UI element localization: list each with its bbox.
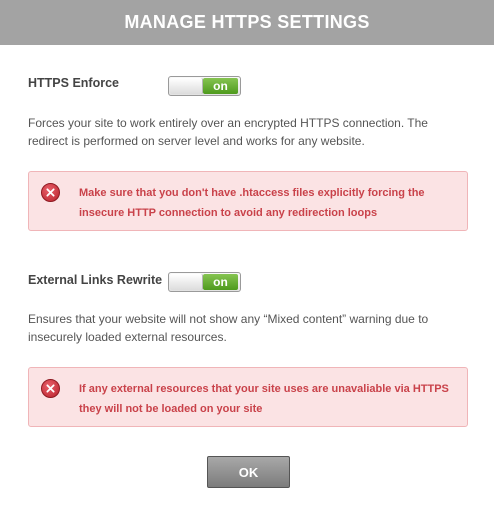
external-links-row: External Links Rewrite <box>28 273 162 287</box>
https-enforce-label: HTTPS Enforce <box>28 76 119 90</box>
ok-button[interactable]: OK <box>207 456 290 488</box>
dialog-title: MANAGE HTTPS SETTINGS <box>124 12 370 32</box>
https-enforce-warning-text: Make sure that you don't have .htaccess … <box>79 187 425 219</box>
toggle-knob <box>170 78 203 94</box>
error-icon <box>41 183 60 202</box>
https-enforce-toggle[interactable]: on <box>168 76 241 96</box>
external-links-description: Ensures that your website will not show … <box>28 312 429 344</box>
dialog-header: MANAGE HTTPS SETTINGS <box>0 0 494 45</box>
https-enforce-row: HTTPS Enforce <box>28 76 119 90</box>
external-links-label: External Links Rewrite <box>28 273 163 287</box>
https-enforce-warning: Make sure that you don't have .htaccess … <box>28 171 468 231</box>
toggle-on-indicator: on <box>203 78 238 94</box>
toggle-knob <box>170 274 203 290</box>
https-enforce-description: Forces your site to work entirely over a… <box>28 116 428 148</box>
external-links-warning-text: If any external resources that your site… <box>79 383 449 415</box>
external-links-toggle[interactable]: on <box>168 272 241 292</box>
toggle-on-indicator: on <box>203 274 238 290</box>
external-links-warning: If any external resources that your site… <box>28 367 468 427</box>
error-icon <box>41 379 60 398</box>
